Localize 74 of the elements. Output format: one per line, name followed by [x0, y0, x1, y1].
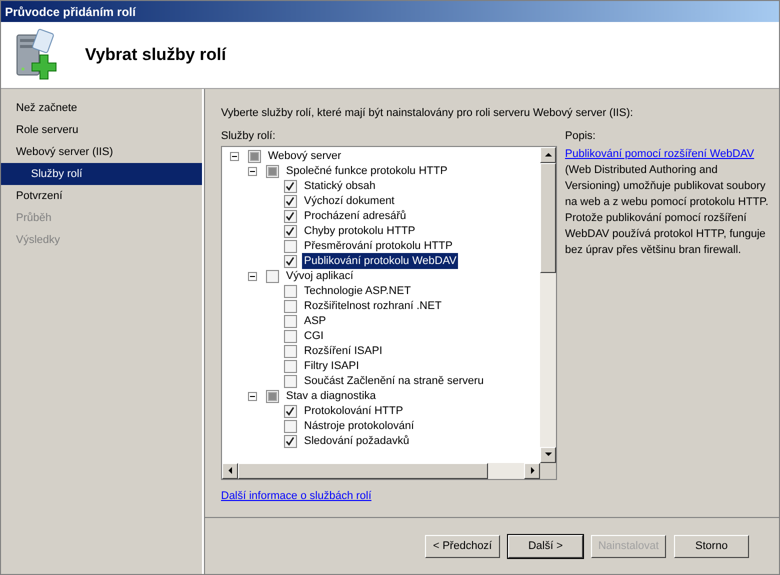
vertical-scrollbar[interactable]: [540, 146, 556, 462]
checkbox[interactable]: [284, 404, 297, 418]
scroll-up-button[interactable]: [540, 146, 556, 162]
description-label: Popis:: [565, 128, 597, 144]
checkbox[interactable]: [266, 270, 279, 282]
collapse-icon[interactable]: [230, 152, 239, 160]
wizard-button[interactable]: Storno: [674, 534, 749, 558]
checkbox[interactable]: [284, 284, 297, 298]
tree-item[interactable]: Publikování protokolu WebDAV: [302, 252, 458, 270]
checkbox[interactable]: [284, 224, 297, 238]
tree-item[interactable]: Protokolování HTTP: [302, 402, 406, 420]
sidebar-item[interactable]: Než začnete: [1, 97, 202, 119]
arrow-icon: [226, 467, 234, 474]
checkbox[interactable]: [284, 374, 297, 388]
collapse-icon[interactable]: [248, 392, 257, 400]
tree-item[interactable]: Rozšiřitelnost rozhraní .NET: [302, 298, 444, 314]
scroll-down-button[interactable]: [540, 446, 556, 462]
tree-item[interactable]: Nástroje protokolování: [302, 418, 416, 434]
scroll-thumb[interactable]: [540, 162, 556, 272]
tree-item[interactable]: Výchozí dokument: [302, 192, 396, 210]
tree-item[interactable]: Součást Začlenění na straně serveru: [302, 372, 486, 390]
checkbox[interactable]: [284, 314, 297, 328]
arrow-icon: [544, 151, 552, 158]
wizard-button[interactable]: < Předchozí: [425, 534, 500, 558]
tree-item[interactable]: Procházení adresářů: [302, 208, 408, 224]
scroll-thumb[interactable]: [238, 462, 488, 478]
sidebar-item[interactable]: Služby rolí: [1, 163, 202, 185]
tree-item[interactable]: Stav a diagnostika: [284, 388, 378, 404]
tree-item[interactable]: Přesměrování protokolu HTTP: [302, 238, 455, 254]
checkbox[interactable]: [284, 254, 297, 268]
tree-item[interactable]: ASP: [302, 312, 328, 330]
tree-item[interactable]: Statický obsah: [302, 178, 378, 194]
checkbox[interactable]: [284, 194, 297, 208]
checkbox[interactable]: [266, 164, 279, 178]
tree-item[interactable]: Technologie ASP.NET: [302, 282, 413, 300]
intro-text: Vyberte služby rolí, které mají být nainstalovány pro roli serveru Webový server (IIS):: [221, 106, 634, 121]
arrow-icon: [544, 451, 552, 458]
checkbox[interactable]: [284, 240, 297, 252]
scroll-right-button[interactable]: [524, 462, 540, 478]
collapse-icon[interactable]: [248, 166, 257, 176]
checkbox[interactable]: [284, 330, 297, 342]
tree-item[interactable]: Rozšíření ISAPI: [302, 342, 384, 360]
horizontal-scrollbar[interactable]: [222, 462, 556, 478]
tree-item[interactable]: CGI: [302, 328, 326, 344]
checkbox[interactable]: [284, 344, 297, 358]
arrow-icon: [528, 467, 536, 474]
window-title: Průvodce přidáním rolí: [5, 4, 136, 20]
sidebar-item[interactable]: Role serveru: [1, 119, 202, 141]
sidebar-item[interactable]: Webový server (IIS): [1, 141, 202, 163]
checkbox[interactable]: [284, 300, 297, 312]
services-label: Služby rolí:: [221, 128, 276, 144]
checkbox[interactable]: [284, 360, 297, 372]
checkbox[interactable]: [248, 150, 261, 162]
checkbox[interactable]: [266, 390, 279, 402]
services-tree[interactable]: [221, 146, 557, 480]
tree-item[interactable]: Webový server: [266, 148, 344, 164]
sidebar-item[interactable]: Potvrzení: [1, 185, 202, 207]
tree-item[interactable]: Vývoj aplikací: [284, 268, 356, 284]
collapse-icon[interactable]: [248, 272, 257, 280]
description-link[interactable]: Publikování pomocí rozšíření WebDAV: [565, 148, 754, 160]
checkbox[interactable]: [284, 210, 297, 222]
tree-item[interactable]: Filtry ISAPI: [302, 358, 362, 374]
tree-item[interactable]: Společné funkce protokolu HTTP: [284, 162, 450, 180]
wizard-button[interactable]: Další >: [508, 534, 583, 558]
scroll-left-button[interactable]: [222, 462, 238, 478]
checkbox[interactable]: [284, 434, 297, 448]
description-text: Publikování pomocí rozšíření WebDAV (Web Distributed Authoring and Versioning) umožňuje publikovat soubory na web a z webu pomocí protokolu HTTP. Protože publikování pomocí rozšíření WebDAV používá protokol HTTP, funguje bez úprav přes většinu bran firewall.: [565, 146, 770, 258]
tree-item[interactable]: Sledování požadavků: [302, 432, 412, 450]
page-title: Vybrat služby rolí: [85, 44, 226, 66]
tree-item[interactable]: Chyby protokolu HTTP: [302, 222, 418, 240]
checkbox[interactable]: [284, 420, 297, 432]
checkbox[interactable]: [284, 180, 297, 192]
scrollbar-corner: [540, 462, 556, 478]
more-info-link[interactable]: Další informace o službách rolí: [221, 488, 372, 504]
